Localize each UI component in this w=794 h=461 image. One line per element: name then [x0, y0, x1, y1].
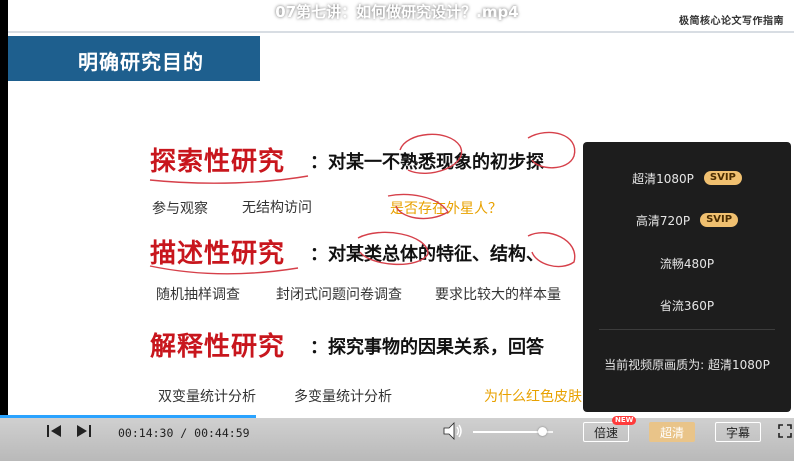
control-bar: 00:14:30 / 00:44:59 倍速 NEW 超清 字幕: [0, 416, 794, 461]
minimize-icon[interactable]: [750, 3, 764, 17]
quality-option-360p[interactable]: 省流360P: [583, 293, 791, 317]
volume-knob[interactable]: [538, 427, 547, 436]
quality-menu: 超清1080P SVIP 高清720P SVIP 流畅480P 省流360P 当…: [583, 142, 791, 412]
quality-option-label: 流畅480P: [659, 256, 715, 271]
video-player[interactable]: 极简核心论文写作指南 明确研究目的 探索性研究 ：对某一不熟悉现象的初步探 参与…: [0, 0, 794, 461]
left-letterbox: [0, 0, 8, 430]
next-icon[interactable]: [76, 423, 92, 439]
time-display: 00:14:30 / 00:44:59: [118, 426, 250, 440]
new-badge: NEW: [612, 416, 637, 425]
svip-badge: SVIP: [703, 171, 742, 185]
menu-divider: [599, 329, 775, 330]
video-title: 07第七讲：如何做研究设计？.mp4: [275, 3, 519, 21]
quality-option-480p[interactable]: 流畅480P: [583, 251, 791, 275]
title-overlay: 07第七讲：如何做研究设计？.mp4: [0, 0, 794, 26]
quality-button[interactable]: 超清: [649, 422, 695, 442]
quality-option-720p[interactable]: 高清720P SVIP: [583, 208, 791, 232]
fullscreen-icon[interactable]: [778, 424, 792, 438]
volume-fill: [473, 431, 539, 433]
volume-icon[interactable]: [443, 422, 463, 440]
speed-button[interactable]: 倍速: [583, 422, 629, 442]
quality-option-label: 超清1080P: [632, 171, 694, 186]
quality-option-1080p[interactable]: 超清1080P SVIP: [583, 166, 791, 190]
prev-icon[interactable]: [46, 423, 62, 439]
subtitle-button[interactable]: 字幕: [715, 422, 761, 442]
quality-option-label: 省流360P: [659, 298, 715, 313]
svip-badge: SVIP: [700, 213, 739, 227]
quality-option-label: 高清720P: [635, 213, 691, 228]
original-quality-text: 当前视频原画质为: 超清1080P: [604, 358, 770, 372]
